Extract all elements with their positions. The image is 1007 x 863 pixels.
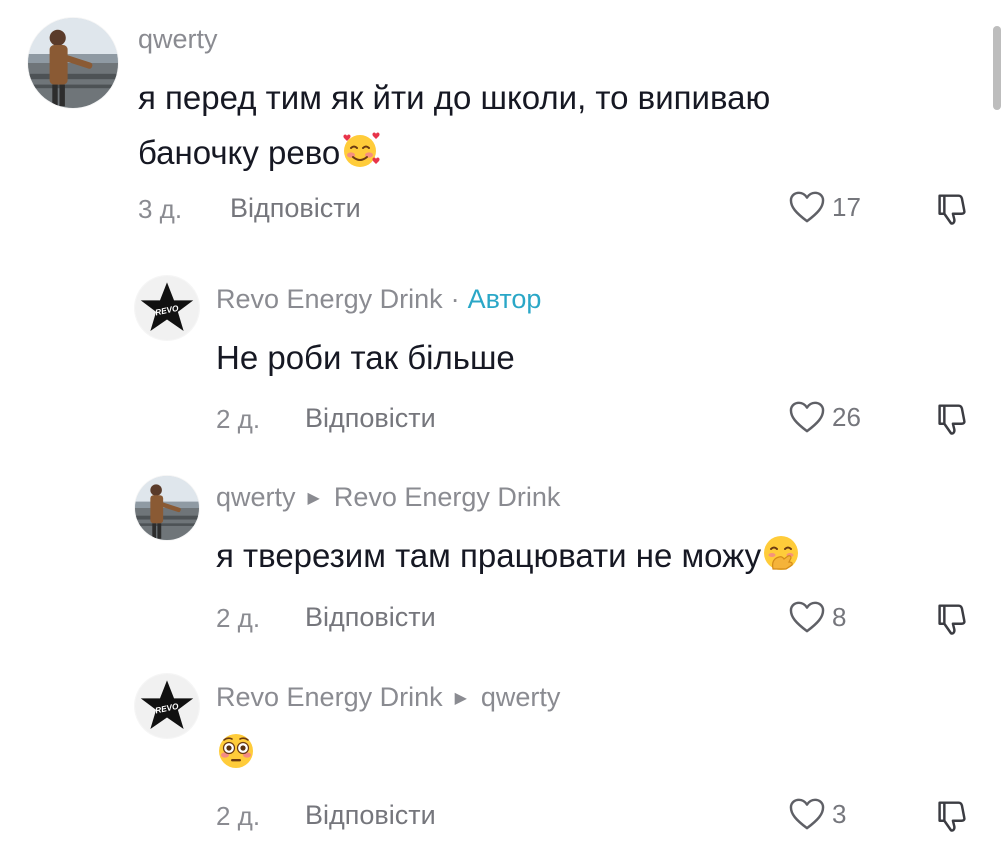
thumbs-down-icon xyxy=(932,400,970,438)
thumbs-down-icon xyxy=(932,797,970,835)
comment-text-line: я перед тим як йти до школи, то випиваю xyxy=(138,79,771,116)
comment-text: я перед тим як йти до школи, то випиваю … xyxy=(138,70,938,180)
avatar[interactable] xyxy=(135,276,199,340)
reply-button[interactable]: Відповісти xyxy=(305,602,436,633)
like-button[interactable]: 3 xyxy=(788,797,846,831)
username-label[interactable]: Revo Energy Drink xyxy=(216,682,443,713)
author-badge: Автор xyxy=(467,284,542,314)
flushed-face-icon xyxy=(216,731,256,771)
like-button[interactable]: 8 xyxy=(788,600,846,634)
comment-text: Не роби так більше xyxy=(216,339,515,376)
heart-icon xyxy=(788,600,826,634)
username[interactable]: Revo Energy Drink ▶ qwerty xyxy=(216,682,560,713)
like-count: 17 xyxy=(832,191,861,222)
heart-icon xyxy=(788,797,826,831)
comment-text: я тверезим там працювати не можу xyxy=(216,528,801,583)
username[interactable]: qwerty ▶ Revo Energy Drink xyxy=(216,482,560,513)
avatar[interactable] xyxy=(28,18,118,108)
comment-text-line: баночку рево xyxy=(138,125,938,180)
like-count: 26 xyxy=(832,401,861,432)
comment-time: 2 д. xyxy=(216,603,261,633)
like-count: 8 xyxy=(832,601,847,632)
comment-text xyxy=(216,726,256,781)
username-label[interactable]: Revo Energy Drink xyxy=(216,284,443,315)
username-label[interactable]: qwerty xyxy=(216,482,296,513)
reply-to-username[interactable]: Revo Energy Drink xyxy=(334,482,561,513)
dislike-button[interactable] xyxy=(932,797,970,835)
face-with-hand-over-mouth-icon xyxy=(761,533,801,573)
dislike-button[interactable] xyxy=(932,600,970,638)
scrollbar[interactable] xyxy=(993,26,1001,110)
triangle-right-icon: ▶ xyxy=(454,689,467,707)
reply-button[interactable]: Відповісти xyxy=(305,403,436,434)
reply-button[interactable]: Відповісти xyxy=(230,193,361,224)
like-count: 3 xyxy=(832,798,847,829)
comment-time: 2 д. xyxy=(216,801,261,831)
dislike-button[interactable] xyxy=(932,190,970,228)
heart-icon xyxy=(788,400,826,434)
like-button[interactable]: 17 xyxy=(788,190,861,224)
username-label[interactable]: qwerty xyxy=(138,24,218,55)
avatar[interactable] xyxy=(135,674,199,738)
dislike-button[interactable] xyxy=(932,400,970,438)
smiling-face-with-hearts-icon xyxy=(340,130,380,170)
comment-time: 3 д. xyxy=(138,194,183,224)
comment-time: 2 д. xyxy=(216,404,261,434)
triangle-right-icon: ▶ xyxy=(307,489,320,507)
thumbs-down-icon xyxy=(932,600,970,638)
reply-to-username[interactable]: qwerty xyxy=(481,682,561,713)
username[interactable]: Revo Energy Drink · Автор xyxy=(216,284,541,315)
reply-button[interactable]: Відповісти xyxy=(305,800,436,831)
like-button[interactable]: 26 xyxy=(788,400,861,434)
avatar[interactable] xyxy=(135,476,199,540)
username[interactable]: qwerty xyxy=(138,24,218,55)
heart-icon xyxy=(788,190,826,224)
thumbs-down-icon xyxy=(932,190,970,228)
separator: · xyxy=(450,284,460,314)
